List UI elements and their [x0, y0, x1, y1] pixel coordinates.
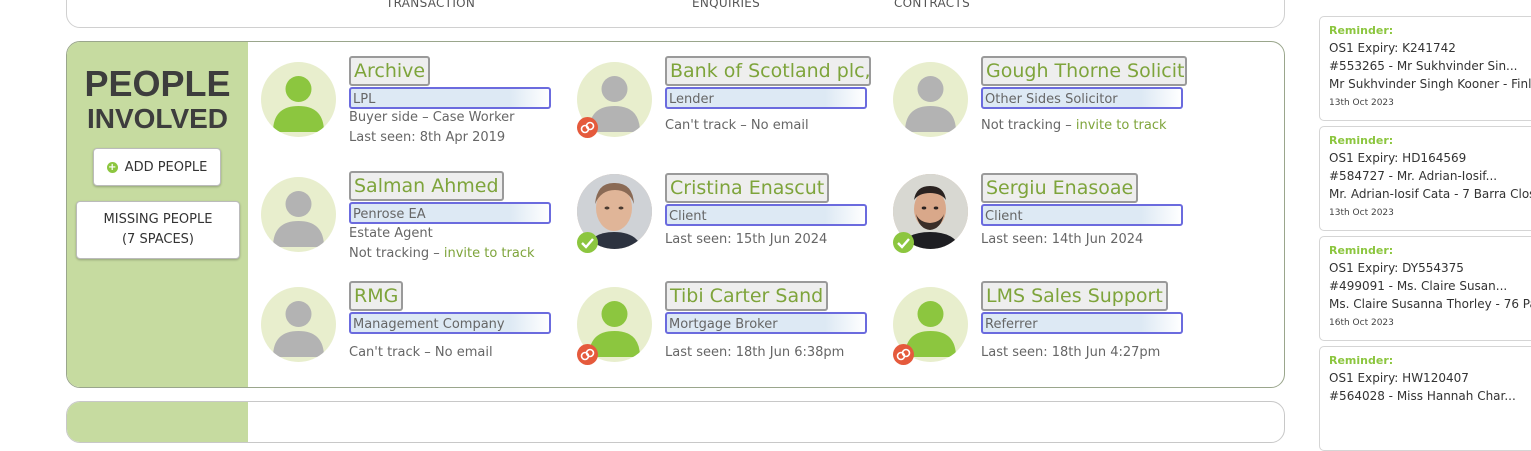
person-name[interactable]: Cristina Enascut — [665, 173, 830, 203]
reminder-client: Mr. Adrian-Iosif Cata - 7 Barra Close — [1329, 187, 1531, 201]
person-avatar-icon[interactable] — [893, 62, 968, 137]
reminder-expiry: OS1 Expiry: DY554375 — [1329, 261, 1464, 275]
reminder-date: 16th Oct 2023 — [1329, 318, 1394, 328]
reminder-card[interactable]: Reminder: OS1 Expiry: HW120407 #564028 -… — [1319, 346, 1531, 451]
person-role-field[interactable]: Lender — [665, 87, 867, 109]
person-name[interactable]: Sergiu Enasoae — [981, 173, 1139, 203]
person-avatar-icon[interactable] — [261, 62, 336, 137]
missing-people-button[interactable]: MISSING PEOPLE (7 SPACES) — [76, 201, 240, 259]
reminder-card[interactable]: Reminder: OS1 Expiry: K241742 #553265 - … — [1319, 16, 1531, 121]
person-card: RMG Management Company Can't track – No … — [261, 281, 561, 387]
add-people-label: ADD PEOPLE — [124, 159, 208, 175]
person-card: Salman Ahmed Penrose EA Estate Agent Not… — [261, 171, 561, 277]
person-tracking-status: Can't track – No email — [665, 118, 809, 133]
check-icon — [893, 232, 914, 253]
check-icon — [577, 232, 598, 253]
person-card: Gough Thorne Solicitor Other Sides Solic… — [893, 56, 1193, 162]
person-last-seen: Last seen: 18th Jun 6:38pm — [665, 345, 845, 360]
person-avatar-icon[interactable] — [261, 177, 336, 252]
reminder-header: Reminder: — [1329, 134, 1394, 147]
reminder-case: #499091 - Ms. Claire Susan... — [1329, 279, 1508, 293]
person-role-field[interactable]: LPL — [349, 87, 551, 109]
reminder-case: #584727 - Mr. Adrian-Iosif... — [1329, 169, 1498, 183]
next-section-panel — [66, 401, 1285, 443]
person-description: Buyer side – Case Worker — [349, 110, 515, 125]
person-tracking-status: Can't track – No email — [349, 345, 493, 360]
reminder-header: Reminder: — [1329, 244, 1394, 257]
person-last-seen: Last seen: 8th Apr 2019 — [349, 130, 506, 145]
person-role-field[interactable]: Client — [981, 204, 1183, 226]
transaction-tab-label[interactable]: TRANSACTION — [386, 0, 475, 10]
person-card: LMS Sales Support Referrer Last seen: 18… — [893, 281, 1193, 387]
reminder-client: Ms. Claire Susanna Thorley - 76 Pac — [1329, 297, 1531, 311]
reminder-expiry: OS1 Expiry: HD164569 — [1329, 151, 1467, 165]
person-card: Bank of Scotland plc, H Lender Can't tra… — [577, 56, 877, 162]
tracking-status-text: Not tracking – — [349, 246, 444, 261]
person-role-field[interactable]: Mortgage Broker — [665, 312, 867, 334]
person-name[interactable]: Archive — [349, 56, 431, 86]
reminder-case: #564028 - Miss Hannah Char... — [1329, 389, 1516, 403]
reminder-case: #553265 - Mr Sukhvinder Sin... — [1329, 59, 1518, 73]
invite-to-track-link[interactable]: invite to track — [1076, 118, 1167, 133]
reminder-date: 13th Oct 2023 — [1329, 98, 1394, 108]
tracking-status-text: Not tracking – — [981, 118, 1076, 133]
reminder-card[interactable]: Reminder: OS1 Expiry: DY554375 #499091 -… — [1319, 236, 1531, 341]
person-last-seen: Last seen: 18th Jun 4:27pm — [981, 345, 1161, 360]
reminder-header: Reminder: — [1329, 354, 1394, 367]
add-people-button[interactable]: + ADD PEOPLE — [93, 148, 221, 186]
person-card: Archive LPL Buyer side – Case Worker Las… — [261, 56, 561, 162]
person-name[interactable]: Bank of Scotland plc, H — [665, 56, 871, 86]
plus-icon: + — [106, 161, 118, 173]
section-title: PEOPLE — [84, 63, 231, 104]
person-card: Tibi Carter Sand Mortgage Broker Last se… — [577, 281, 877, 387]
person-role-field[interactable]: Management Company — [349, 312, 551, 334]
person-card: Cristina Enascut Client Last seen: 15th … — [577, 173, 877, 274]
person-role-field[interactable]: Client — [665, 204, 867, 226]
missing-spaces-count: (7 SPACES) — [121, 232, 194, 247]
person-description: Estate Agent — [349, 226, 433, 241]
person-name[interactable]: Gough Thorne Solicitor — [981, 56, 1187, 86]
person-name[interactable]: Salman Ahmed — [349, 171, 504, 201]
reminder-date: 13th Oct 2023 — [1329, 208, 1394, 218]
person-name[interactable]: RMG — [349, 281, 404, 311]
people-sidebar: PEOPLE INVOLVED + ADD PEOPLE MISSING PEO… — [67, 42, 248, 387]
person-last-seen: Last seen: 14th Jun 2024 — [981, 232, 1144, 247]
broken-link-icon — [577, 117, 598, 138]
person-role-field[interactable]: Other Sides Solicitor — [981, 87, 1183, 109]
person-tracking-status: Not tracking – invite to track — [349, 246, 535, 261]
missing-people-label: MISSING PEOPLE — [103, 212, 213, 227]
reminder-header: Reminder: — [1329, 24, 1394, 37]
person-role-field[interactable]: Penrose EA — [349, 202, 551, 224]
person-last-seen: Last seen: 15th Jun 2024 — [665, 232, 828, 247]
person-avatar-icon[interactable] — [261, 287, 336, 362]
person-role-field[interactable]: Referrer — [981, 312, 1183, 334]
next-section-sidebar — [67, 402, 248, 442]
reminder-client: Mr Sukhvinder Singh Kooner - Finla — [1329, 77, 1531, 91]
enquiries-tab-label[interactable]: ENQUIRIES — [692, 0, 760, 10]
person-name[interactable]: Tibi Carter Sand — [665, 281, 829, 311]
contracts-tab-label[interactable]: CONTRACTS — [894, 0, 970, 10]
person-card: Sergiu Enasoae Client Last seen: 14th Ju… — [893, 173, 1193, 274]
reminder-card[interactable]: Reminder: OS1 Expiry: HD164569 #584727 -… — [1319, 126, 1531, 231]
broken-link-icon — [893, 344, 914, 365]
invite-to-track-link[interactable]: invite to track — [444, 246, 535, 261]
broken-link-icon — [577, 344, 598, 365]
person-name[interactable]: LMS Sales Support — [981, 281, 1168, 311]
section-subtitle: INVOLVED — [86, 103, 229, 134]
previous-section-panel — [66, 0, 1285, 28]
reminder-expiry: OS1 Expiry: HW120407 — [1329, 371, 1469, 385]
reminder-expiry: OS1 Expiry: K241742 — [1329, 41, 1456, 55]
person-tracking-status: Not tracking – invite to track — [981, 118, 1167, 133]
